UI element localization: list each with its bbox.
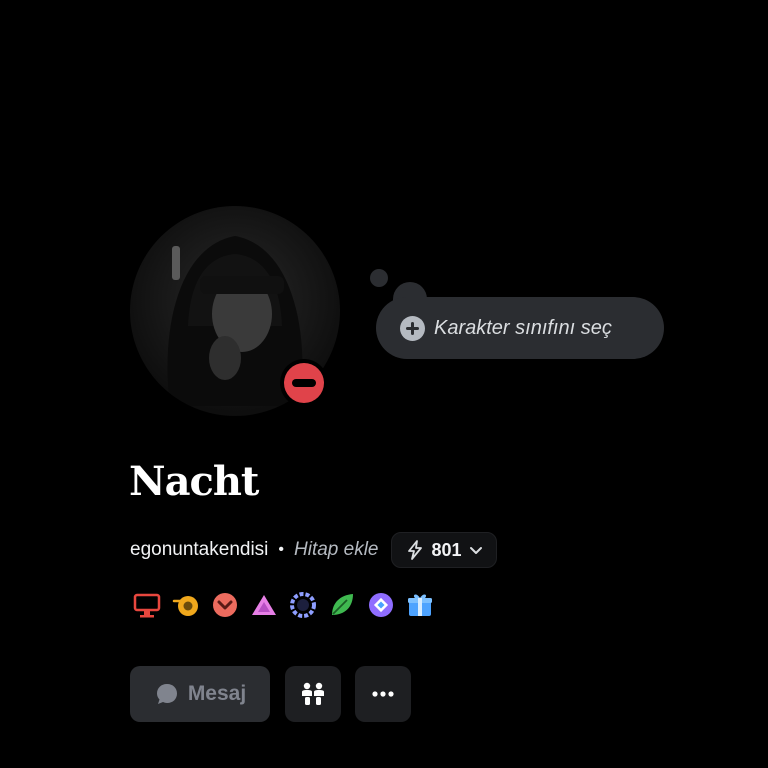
add-friend-icon <box>302 682 324 705</box>
lightning-icon <box>407 540 422 560</box>
status-indicator-dnd <box>280 359 328 407</box>
more-options-button[interactable] <box>355 666 411 722</box>
thought-dot-small <box>370 269 388 287</box>
message-label: Mesaj <box>187 682 247 705</box>
monitor-icon[interactable] <box>133 591 161 619</box>
chat-bubble-icon <box>156 684 177 704</box>
character-class-label: Karakter sınıfını seç <box>434 316 612 339</box>
chevron-down-icon <box>469 547 482 554</box>
badge-row <box>133 590 434 620</box>
boost-pill[interactable]: 801 <box>390 532 497 568</box>
leaf-icon[interactable] <box>328 591 356 619</box>
add-pronoun-button[interactable]: Hitap ekle <box>294 539 379 561</box>
more-dots-icon <box>372 691 394 697</box>
username[interactable]: egonuntakendisi <box>130 539 268 561</box>
profile-meta-row: egonuntakendisi • Hitap ekle 801 <box>130 532 497 568</box>
avatar-container[interactable] <box>130 206 340 416</box>
separator-dot: • <box>278 541 284 558</box>
orbs-icon[interactable] <box>172 591 200 619</box>
gem-icon[interactable] <box>367 591 395 619</box>
plus-circle-icon <box>400 315 425 341</box>
triangle-icon[interactable] <box>250 591 278 619</box>
wreath-icon[interactable] <box>289 591 317 619</box>
add-friend-button[interactable] <box>285 666 341 722</box>
heart-chevron-icon[interactable] <box>211 591 239 619</box>
character-class-bubble[interactable]: Karakter sınıfını seç <box>376 297 664 359</box>
boost-count: 801 <box>431 539 462 560</box>
display-name: Nacht <box>129 458 259 505</box>
gift-icon[interactable] <box>406 591 434 619</box>
dnd-icon <box>284 363 324 403</box>
message-button[interactable]: Mesaj <box>130 666 270 722</box>
